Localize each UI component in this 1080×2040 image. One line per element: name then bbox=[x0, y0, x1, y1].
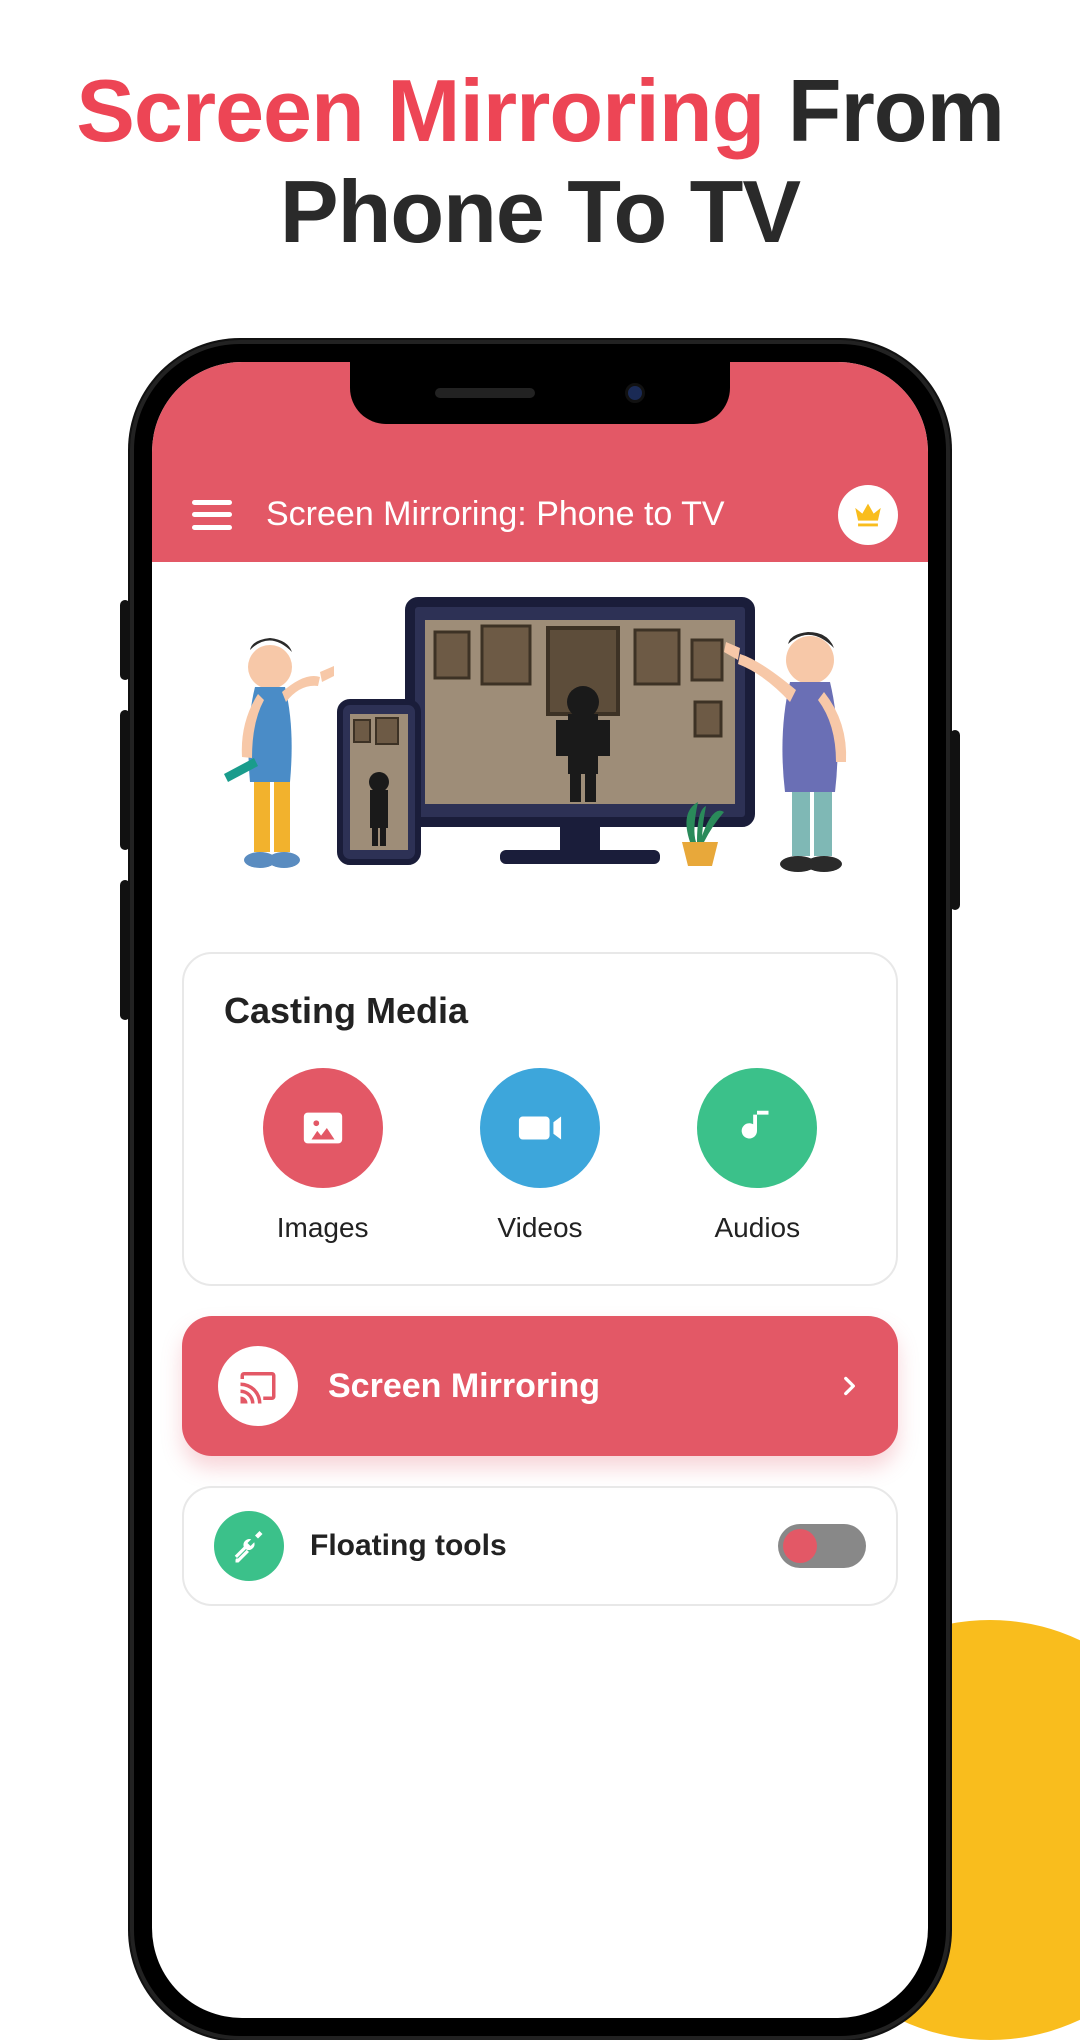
media-item-videos[interactable]: Videos bbox=[480, 1068, 600, 1244]
toggle-knob bbox=[783, 1529, 817, 1563]
tools-icon-wrap bbox=[214, 1511, 284, 1581]
media-item-images[interactable]: Images bbox=[263, 1068, 383, 1244]
floating-toggle[interactable] bbox=[778, 1524, 866, 1568]
video-icon bbox=[517, 1105, 563, 1151]
marketing-headline: Screen Mirroring From Phone To TV bbox=[0, 0, 1080, 262]
audios-circle bbox=[697, 1068, 817, 1188]
app-title: Screen Mirroring: Phone to TV bbox=[266, 495, 838, 534]
menu-icon[interactable] bbox=[192, 500, 232, 530]
headline-highlight: Screen Mirroring bbox=[76, 61, 764, 160]
tools-icon bbox=[231, 1528, 267, 1564]
floating-tools-row: Floating tools bbox=[182, 1486, 898, 1606]
headline-part2: Phone To TV bbox=[280, 162, 800, 261]
front-camera bbox=[625, 383, 645, 403]
screen-mirroring-button[interactable]: Screen Mirroring bbox=[182, 1316, 898, 1456]
phone-side-button bbox=[950, 730, 960, 910]
mirror-label: Screen Mirroring bbox=[328, 1367, 836, 1406]
phone-frame: Screen Mirroring: Phone to TV bbox=[130, 340, 950, 2040]
videos-circle bbox=[480, 1068, 600, 1188]
hero-illustration bbox=[152, 562, 928, 942]
crown-icon bbox=[851, 498, 885, 532]
music-icon bbox=[734, 1105, 780, 1151]
phone-screen: Screen Mirroring: Phone to TV bbox=[152, 362, 928, 2018]
chevron-right-icon bbox=[836, 1373, 862, 1399]
phone-side-button bbox=[120, 600, 130, 680]
cast-icon bbox=[237, 1365, 279, 1407]
image-icon bbox=[300, 1105, 346, 1151]
audios-label: Audios bbox=[715, 1212, 801, 1244]
headline-part1: From bbox=[764, 61, 1003, 160]
phone-side-button bbox=[120, 880, 130, 1020]
media-item-audios[interactable]: Audios bbox=[697, 1068, 817, 1244]
casting-title: Casting Media bbox=[224, 990, 866, 1032]
floating-label: Floating tools bbox=[310, 1529, 778, 1563]
images-circle bbox=[263, 1068, 383, 1188]
images-label: Images bbox=[277, 1212, 369, 1244]
cast-icon-wrap bbox=[218, 1346, 298, 1426]
premium-button[interactable] bbox=[838, 485, 898, 545]
phone-side-button bbox=[120, 710, 130, 850]
videos-label: Videos bbox=[497, 1212, 582, 1244]
speaker-grill bbox=[435, 388, 535, 398]
media-row: Images Videos Au bbox=[214, 1068, 866, 1244]
phone-notch bbox=[350, 362, 730, 424]
casting-media-card: Casting Media Images bbox=[182, 952, 898, 1286]
